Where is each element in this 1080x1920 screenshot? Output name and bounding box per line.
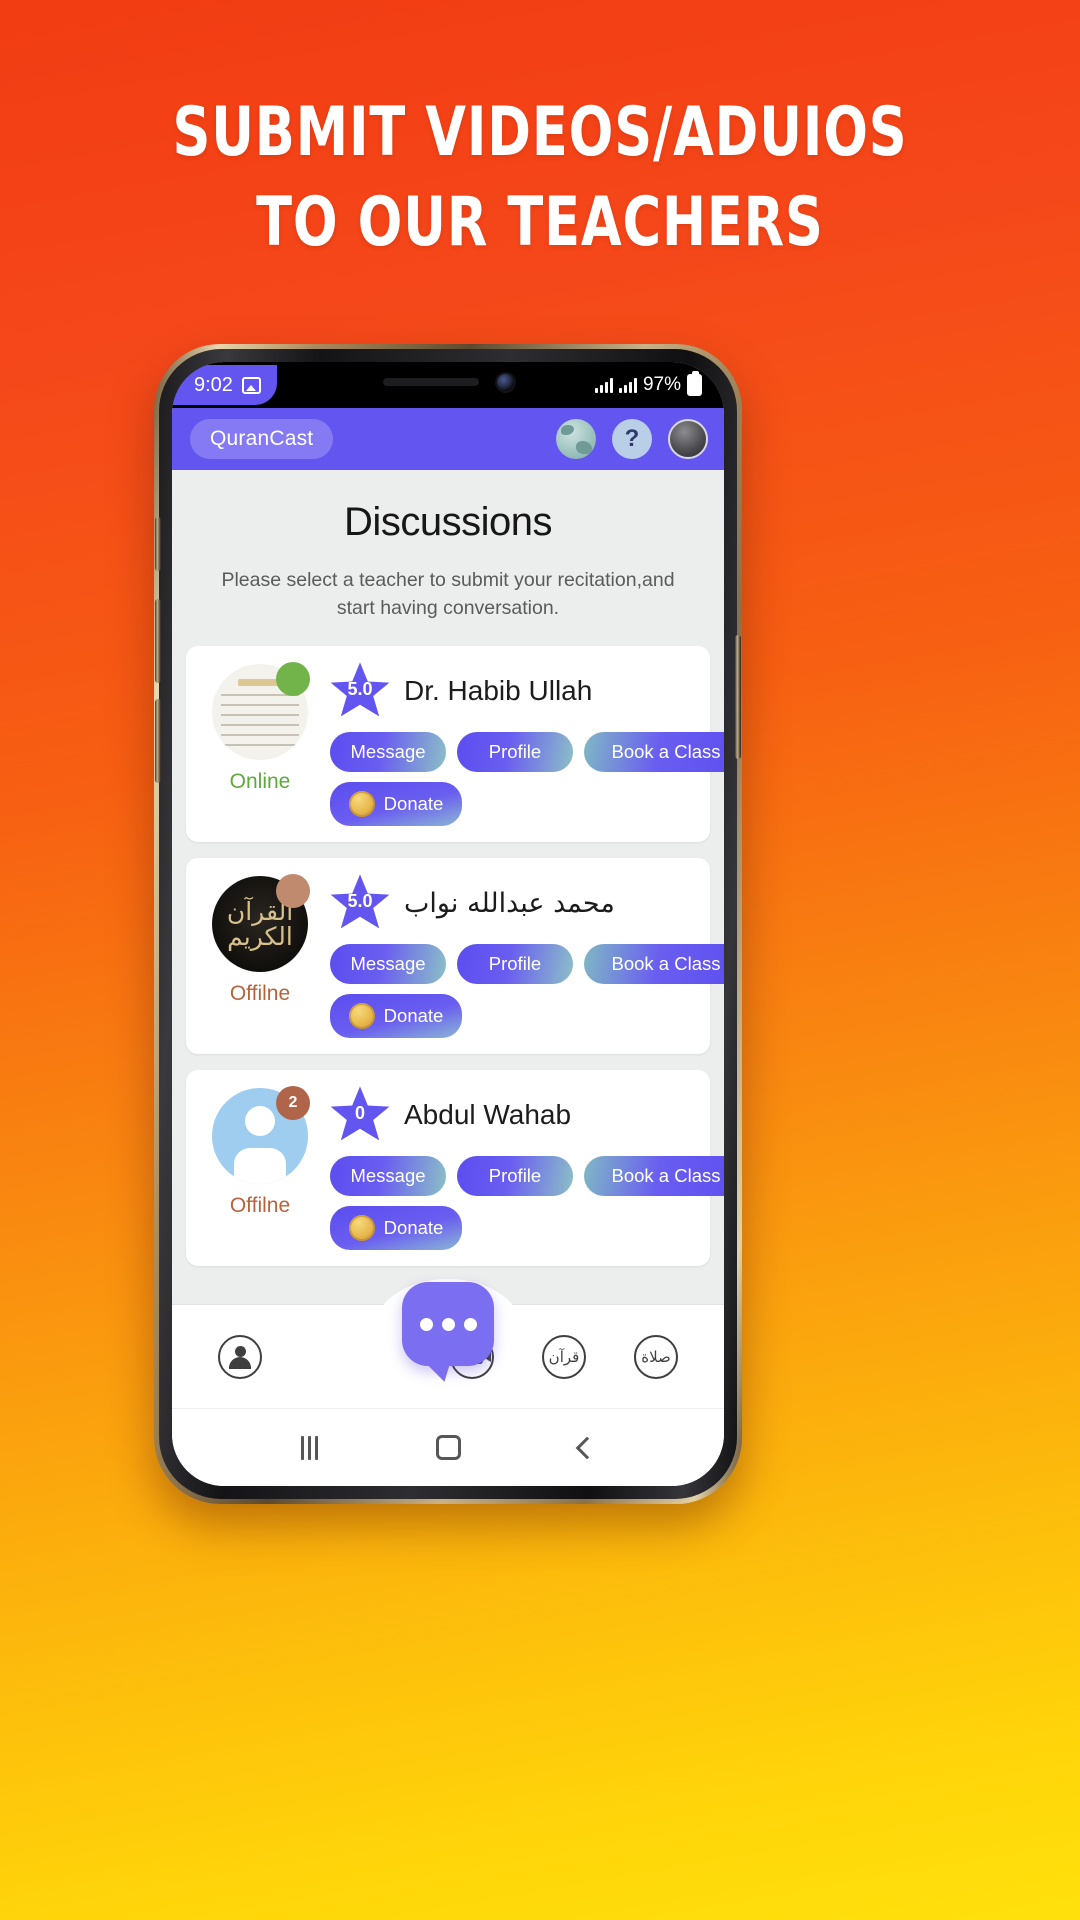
profile-button[interactable]: Profile: [457, 1156, 573, 1197]
teacher-actions-row-2: Donate: [330, 994, 724, 1039]
earpiece-speaker: [382, 378, 479, 386]
profile-button[interactable]: Profile: [457, 732, 573, 773]
rating-star-icon: 5.0: [330, 662, 390, 720]
donate-button[interactable]: Donate: [330, 994, 462, 1039]
avatar-wrapper[interactable]: [212, 662, 310, 761]
battery-icon: [687, 371, 702, 396]
promo-line-2: TO OUR TEACHERS: [256, 182, 824, 262]
volume-up-button[interactable]: [155, 599, 161, 683]
bottom-navigation: قرآن صلاة: [172, 1279, 724, 1408]
app-bar: QuranCast ?: [172, 408, 724, 470]
signal-bars-icon-2: [618, 377, 637, 393]
teacher-actions-row-1: Message Profile Book a Class: [330, 1156, 724, 1197]
teacher-name-row: 0 Abdul Wahab: [330, 1084, 724, 1146]
donate-button[interactable]: Donate: [330, 1206, 462, 1251]
teacher-name: Dr. Habib Ullah: [404, 675, 593, 707]
donate-label: Donate: [383, 1005, 444, 1027]
mute-switch[interactable]: [155, 517, 161, 571]
donate-button[interactable]: Donate: [330, 782, 462, 827]
rating-star-icon: 5.0: [330, 874, 390, 932]
unread-badge: 2: [276, 1086, 310, 1121]
avatar-wrapper[interactable]: القرآن الكريم: [212, 874, 310, 973]
book-a-class-button[interactable]: Book a Class: [584, 732, 724, 773]
teacher-card[interactable]: القرآن الكريم Offilne 5.0 محمد عبدالله ن…: [186, 858, 724, 1055]
message-button[interactable]: Message: [330, 732, 446, 773]
teacher-status: Offilne: [229, 1194, 291, 1218]
teacher-status: Online: [229, 770, 291, 794]
signal-bars-icon: [594, 377, 613, 393]
teacher-avatar-column: Online: [194, 660, 326, 794]
teacher-name: محمد عبدالله نواب: [404, 887, 615, 919]
page-title: Discussions: [344, 500, 552, 544]
profile-button[interactable]: Profile: [457, 944, 573, 985]
front-camera: [496, 373, 514, 391]
profile-avatar[interactable]: [668, 419, 708, 459]
teacher-info-column: 5.0 Dr. Habib Ullah Message Profile Book…: [326, 660, 724, 827]
back-button[interactable]: [575, 1436, 599, 1459]
phone-notch: [343, 362, 553, 402]
message-button[interactable]: Message: [330, 1156, 446, 1197]
prayer-icon[interactable]: صلاة: [634, 1334, 678, 1379]
donate-label: Donate: [383, 793, 444, 815]
rating-value: 0: [354, 1103, 365, 1124]
teacher-status: Offilne: [229, 982, 291, 1006]
power-button[interactable]: [735, 635, 741, 759]
message-button[interactable]: Message: [330, 944, 446, 985]
phone-mockup: 9:02 97% QuranCast ? Discussions Please …: [154, 344, 742, 1504]
android-nav-bar: [172, 1408, 724, 1486]
presence-dot: [276, 662, 310, 697]
brand-pill[interactable]: QuranCast: [190, 419, 334, 459]
app-bar-actions: ?: [556, 419, 708, 459]
image-icon: [241, 376, 261, 394]
recent-apps-button[interactable]: [301, 1435, 318, 1460]
rating-value: 5.0: [347, 679, 373, 700]
teacher-name-row: 5.0 Dr. Habib Ullah: [330, 660, 724, 722]
teacher-avatar-column: القرآن الكريم Offilne: [194, 872, 326, 1006]
promo-line-1: SUBMIT VIDEOS/ADUIOS: [172, 93, 908, 172]
status-bar-right: 97%: [594, 371, 724, 396]
teacher-name: Abdul Wahab: [404, 1099, 572, 1131]
coin-icon: [348, 791, 375, 818]
teacher-list: Online 5.0 Dr. Habib Ullah Message Profi…: [172, 646, 724, 1267]
status-bar: 9:02 97%: [172, 362, 724, 408]
teacher-avatar-column: 2 Offilne: [194, 1084, 326, 1218]
teacher-actions-row-1: Message Profile Book a Class: [330, 944, 724, 985]
promo-headline: SUBMIT VIDEOS/ADUIOS TO OUR TEACHERS: [0, 88, 1080, 268]
status-time: 9:02: [194, 373, 233, 396]
page-subtitle: Please select a teacher to submit your r…: [221, 569, 675, 619]
teacher-actions-row-1: Message Profile Book a Class: [330, 732, 724, 773]
teacher-actions-row-2: Donate: [330, 782, 724, 827]
presence-dot: [276, 874, 310, 909]
teacher-card[interactable]: 2 Offilne 0 Abdul Wahab Message Profile …: [186, 1070, 724, 1267]
book-a-class-button[interactable]: Book a Class: [584, 1156, 724, 1197]
phone-bezel: 9:02 97% QuranCast ? Discussions Please …: [172, 362, 724, 1486]
account-icon[interactable]: [218, 1334, 262, 1379]
home-button[interactable]: [436, 1435, 461, 1460]
help-icon[interactable]: ?: [612, 419, 652, 459]
avatar-wrapper[interactable]: 2: [212, 1086, 310, 1185]
book-a-class-button[interactable]: Book a Class: [584, 944, 724, 985]
globe-icon[interactable]: [556, 419, 596, 459]
teacher-name-row: 5.0 محمد عبدالله نواب: [330, 872, 724, 934]
teacher-info-column: 0 Abdul Wahab Message Profile Book a Cla…: [326, 1084, 724, 1251]
chat-fab-icon[interactable]: [402, 1282, 494, 1366]
phone-screen: 9:02 97% QuranCast ? Discussions Please …: [172, 362, 724, 1486]
volume-down-button[interactable]: [155, 699, 161, 783]
rating-star-icon: 0: [330, 1086, 390, 1144]
main-content: Discussions Please select a teacher to s…: [172, 470, 724, 1486]
phone-frame: 9:02 97% QuranCast ? Discussions Please …: [155, 349, 741, 1499]
donate-label: Donate: [383, 1217, 444, 1239]
status-bar-left: 9:02: [172, 365, 277, 405]
teacher-actions-row-2: Donate: [330, 1206, 724, 1251]
battery-percent: 97%: [642, 374, 681, 395]
teacher-info-column: 5.0 محمد عبدالله نواب Message Profile Bo…: [326, 872, 724, 1039]
coin-icon: [348, 1215, 375, 1242]
teacher-card[interactable]: Online 5.0 Dr. Habib Ullah Message Profi…: [186, 646, 724, 843]
quran-icon[interactable]: قرآن: [542, 1334, 586, 1379]
coin-icon: [348, 1003, 375, 1030]
rating-value: 5.0: [347, 891, 373, 912]
